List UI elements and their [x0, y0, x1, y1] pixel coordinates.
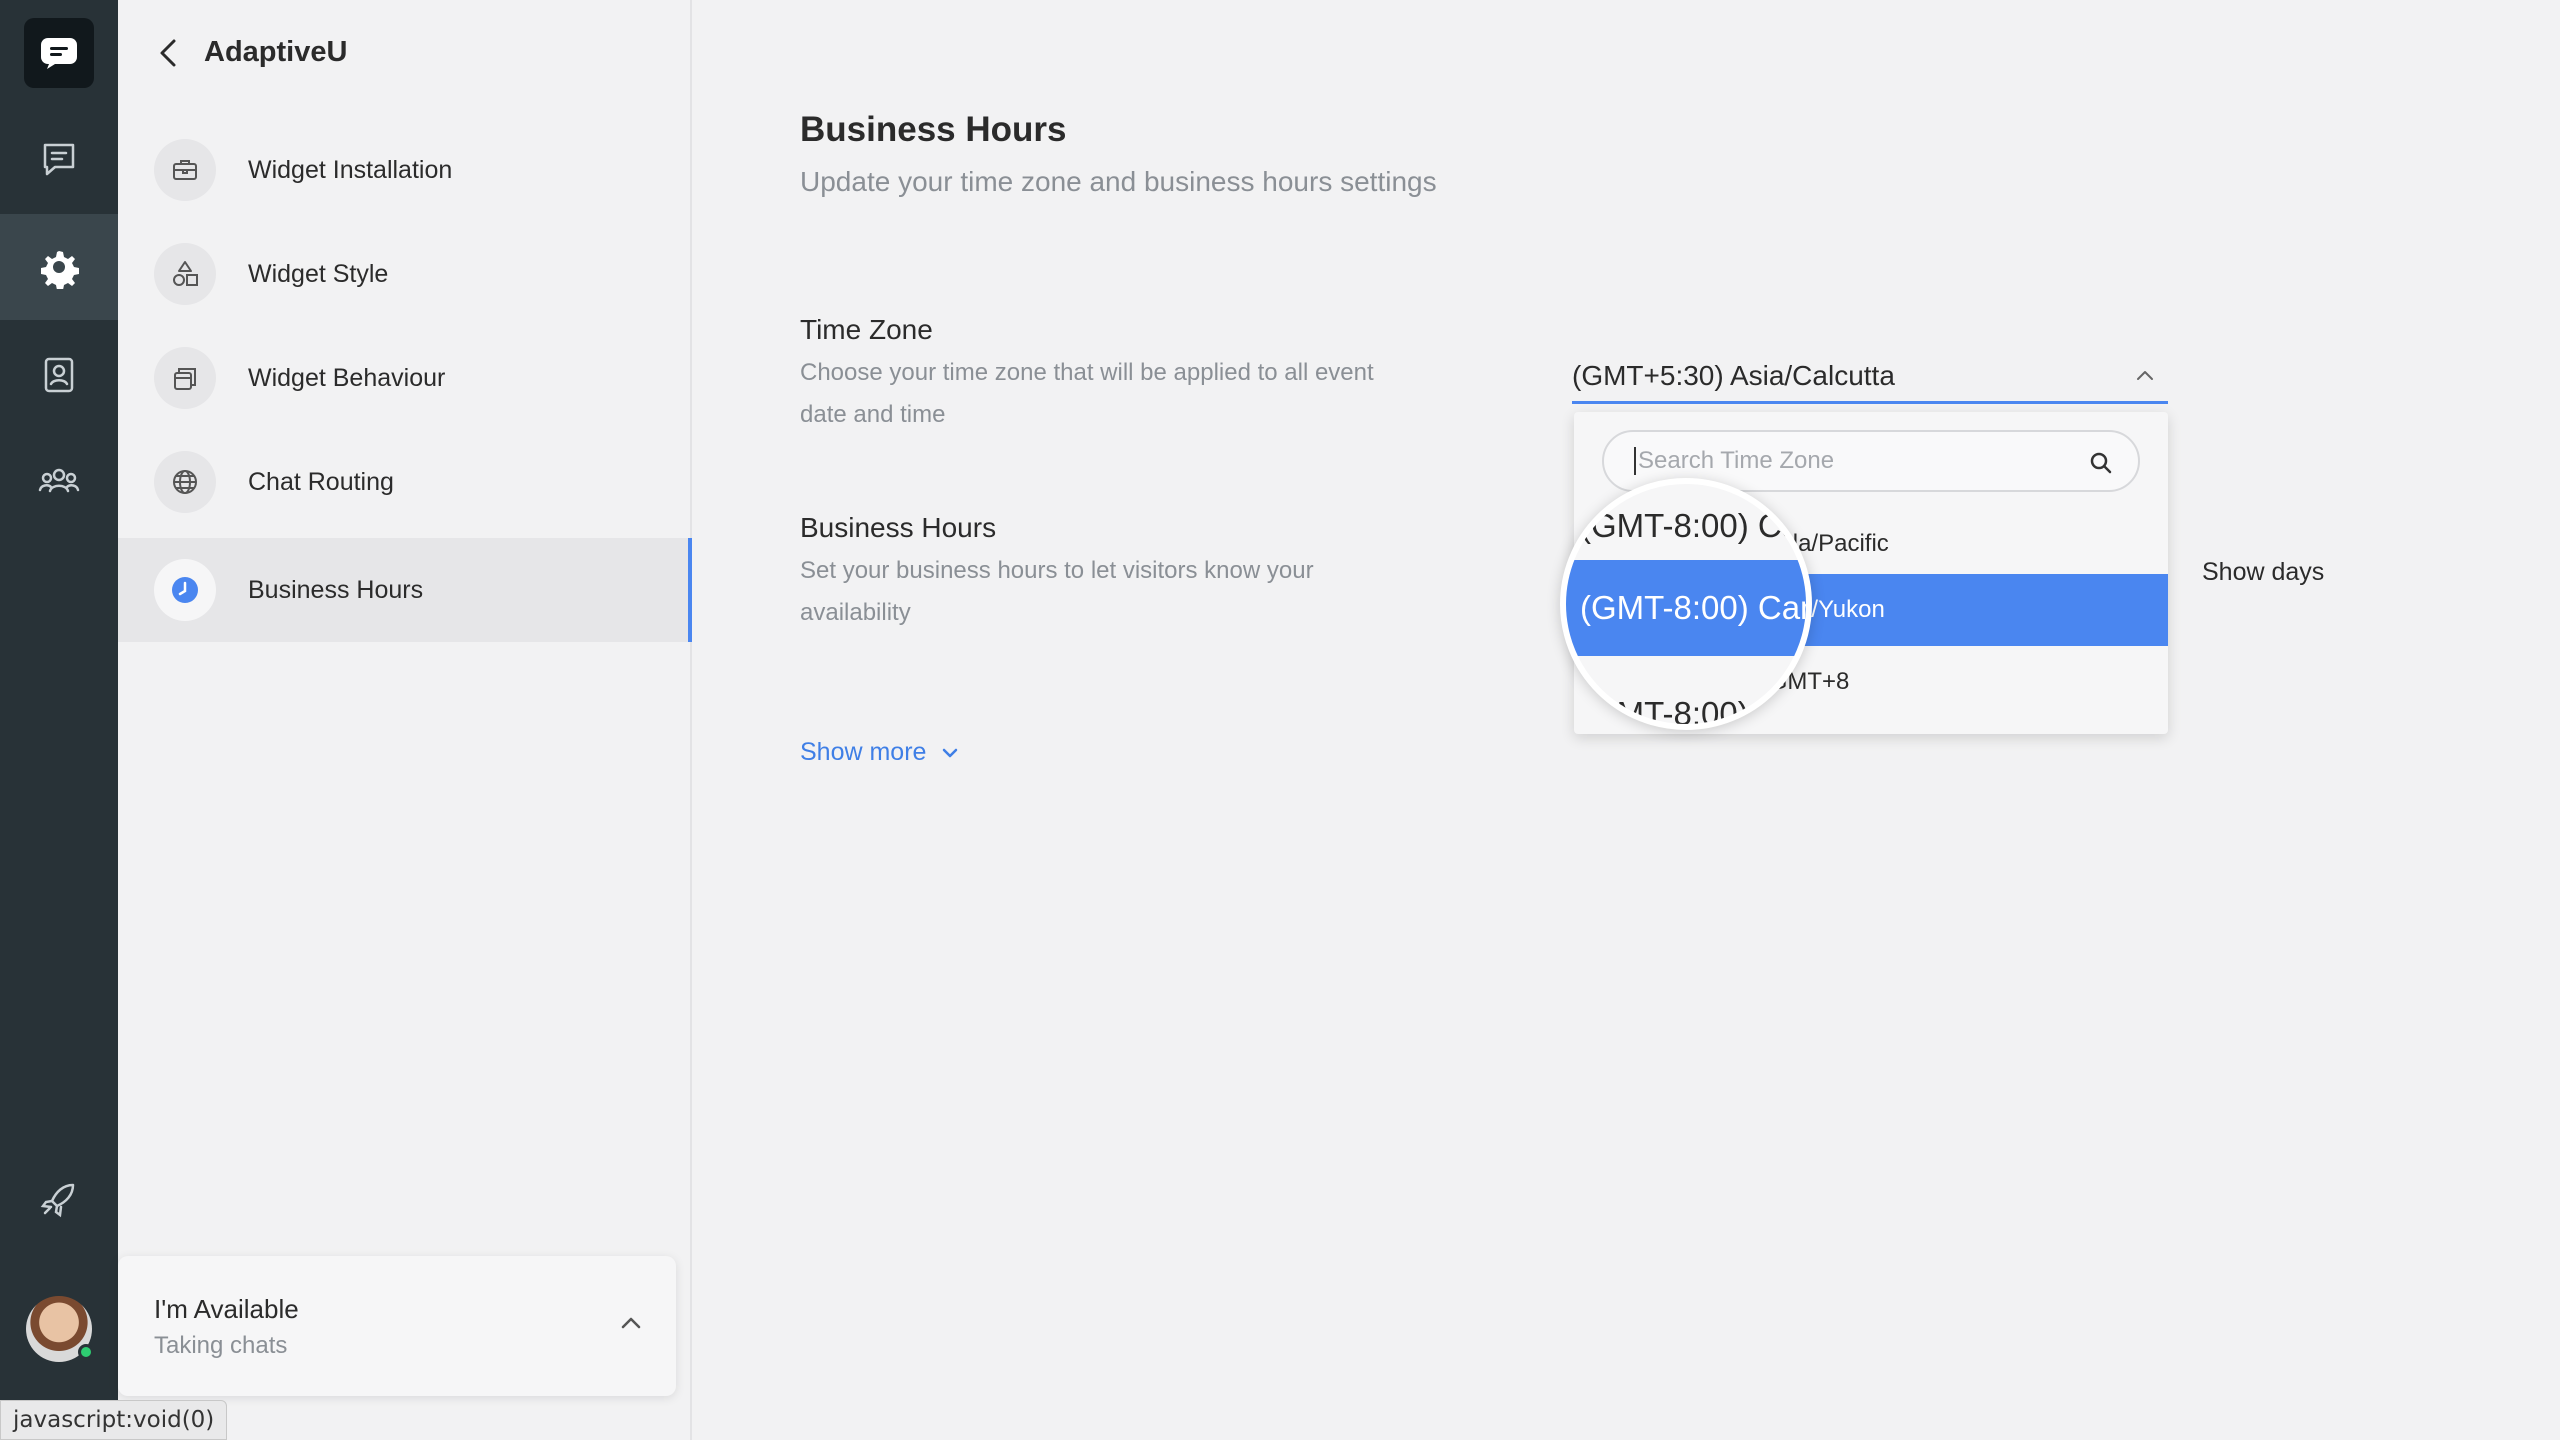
globe-icon — [154, 451, 216, 513]
chevron-down-icon — [943, 748, 958, 757]
page-title: Business Hours — [800, 110, 1067, 149]
business-hours-description: Set your business hours to let visitors … — [800, 557, 1314, 626]
shapes-icon — [154, 243, 216, 305]
sidebar-item-chat-routing[interactable]: Chat Routing — [118, 430, 692, 534]
sidebar-item-label: Widget Behaviour — [248, 363, 446, 392]
sidebar-item-business-hours[interactable]: Business Hours — [118, 538, 692, 642]
timezone-selected-value: (GMT+5:30) Asia/Calcutta — [1572, 359, 1895, 391]
sidebar-item-widget-style[interactable]: Widget Style — [118, 222, 692, 326]
show-more-link[interactable]: Show more — [800, 738, 962, 767]
app-rail — [0, 0, 118, 1440]
magnified-option-selected: (GMT-8:00) Canada/Yukon — [1566, 560, 1806, 656]
magnified-option: (GMT-8:00) Etc/GMT+8 — [1580, 695, 1812, 730]
availability-subtitle: Taking chats — [154, 1332, 288, 1359]
show-days-link[interactable]: Show days — [2202, 558, 2324, 587]
chevron-up-icon[interactable] — [616, 1308, 646, 1338]
timezone-search-input[interactable] — [1634, 447, 2074, 475]
timezone-select[interactable]: (GMT+5:30) Asia/Calcutta — [1572, 350, 2168, 404]
sidebar-item-label: Business Hours — [248, 575, 424, 604]
sidebar-item-label: Chat Routing — [248, 467, 394, 496]
rocket-icon[interactable] — [0, 1146, 118, 1252]
show-more-label: Show more — [800, 738, 927, 766]
settings-gear-icon[interactable] — [0, 214, 118, 320]
chevron-up-icon[interactable] — [2132, 363, 2158, 389]
briefcase-icon — [154, 139, 216, 201]
back-chevron-icon[interactable] — [158, 37, 178, 69]
timezone-title: Time Zone — [800, 314, 933, 345]
online-status-dot — [78, 1344, 94, 1360]
avatar[interactable] — [26, 1296, 94, 1362]
page-subtitle: Update your time zone and business hours… — [800, 166, 1437, 197]
timezone-description: Choose your time zone that will be appli… — [800, 359, 1374, 428]
sidebar-item-label: Widget Installation — [248, 155, 453, 184]
availability-title: I'm Available — [154, 1294, 299, 1324]
contacts-icon[interactable] — [0, 322, 118, 428]
layers-icon — [154, 347, 216, 409]
app-logo-icon[interactable] — [24, 18, 94, 88]
team-icon[interactable] — [0, 428, 118, 534]
clock-icon — [154, 559, 216, 621]
search-icon[interactable] — [2088, 450, 2114, 476]
business-hours-title: Business Hours — [800, 512, 997, 543]
sidebar-item-widget-behaviour[interactable]: Widget Behaviour — [118, 326, 692, 430]
browser-status-bar: javascript:void(0) — [0, 1400, 228, 1440]
availability-status-card[interactable]: I'm Available Taking chats — [118, 1256, 676, 1396]
sidebar-item-widget-installation[interactable]: Widget Installation — [118, 118, 692, 222]
chat-icon[interactable] — [0, 106, 118, 212]
sidebar-header: AdaptiveU — [158, 36, 347, 69]
magnifier-lens: (GMT-8:00) Canada/Pacific (GMT-8:00) Can… — [1560, 478, 1812, 730]
sidebar-title: AdaptiveU — [204, 36, 348, 68]
sidebar-item-label: Widget Style — [248, 259, 389, 288]
settings-sidebar: AdaptiveU Widget Installation Widget Sty… — [118, 0, 692, 1440]
